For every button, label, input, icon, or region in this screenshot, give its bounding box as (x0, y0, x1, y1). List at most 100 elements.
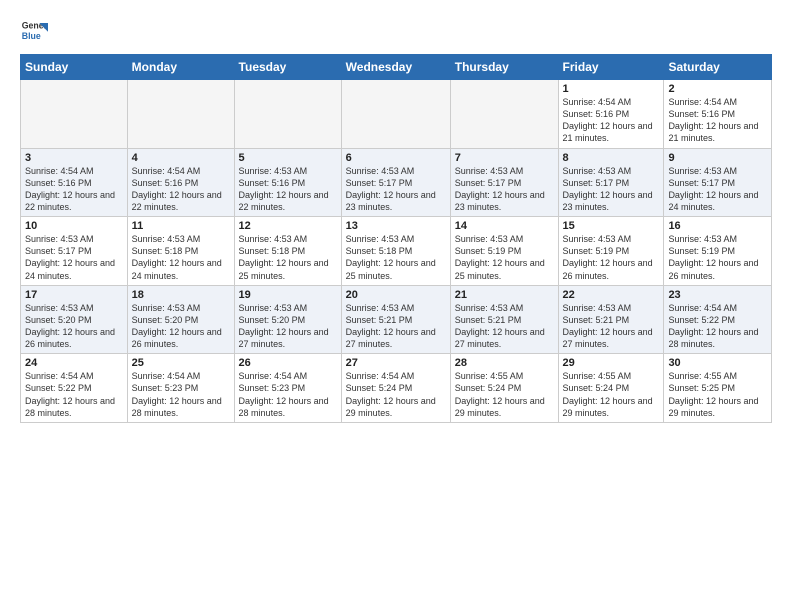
day-info: Sunrise: 4:53 AMSunset: 5:21 PMDaylight:… (346, 302, 446, 351)
day-info: Sunrise: 4:53 AMSunset: 5:18 PMDaylight:… (346, 233, 446, 282)
day-info: Sunrise: 4:53 AMSunset: 5:19 PMDaylight:… (455, 233, 554, 282)
calendar-cell: 22Sunrise: 4:53 AMSunset: 5:21 PMDayligh… (558, 285, 664, 354)
day-info: Sunrise: 4:53 AMSunset: 5:17 PMDaylight:… (25, 233, 123, 282)
calendar-week-row: 10Sunrise: 4:53 AMSunset: 5:17 PMDayligh… (21, 217, 772, 286)
day-info: Sunrise: 4:54 AMSunset: 5:16 PMDaylight:… (563, 96, 660, 145)
day-number: 20 (346, 289, 446, 301)
weekday-header: Monday (127, 55, 234, 80)
day-number: 24 (25, 357, 123, 369)
day-number: 27 (346, 357, 446, 369)
day-number: 10 (25, 220, 123, 232)
day-info: Sunrise: 4:54 AMSunset: 5:23 PMDaylight:… (239, 370, 337, 419)
calendar-cell: 10Sunrise: 4:53 AMSunset: 5:17 PMDayligh… (21, 217, 128, 286)
calendar-week-row: 3Sunrise: 4:54 AMSunset: 5:16 PMDaylight… (21, 148, 772, 217)
calendar-cell: 25Sunrise: 4:54 AMSunset: 5:23 PMDayligh… (127, 354, 234, 423)
day-number: 16 (668, 220, 767, 232)
day-number: 3 (25, 152, 123, 164)
day-info: Sunrise: 4:53 AMSunset: 5:20 PMDaylight:… (25, 302, 123, 351)
calendar-cell: 18Sunrise: 4:53 AMSunset: 5:20 PMDayligh… (127, 285, 234, 354)
calendar-cell (234, 80, 341, 149)
calendar-cell: 5Sunrise: 4:53 AMSunset: 5:16 PMDaylight… (234, 148, 341, 217)
day-number: 13 (346, 220, 446, 232)
calendar-header-row: SundayMondayTuesdayWednesdayThursdayFrid… (21, 55, 772, 80)
day-number: 18 (132, 289, 230, 301)
calendar-cell: 21Sunrise: 4:53 AMSunset: 5:21 PMDayligh… (450, 285, 558, 354)
day-info: Sunrise: 4:53 AMSunset: 5:19 PMDaylight:… (668, 233, 767, 282)
day-info: Sunrise: 4:53 AMSunset: 5:21 PMDaylight:… (563, 302, 660, 351)
day-info: Sunrise: 4:54 AMSunset: 5:22 PMDaylight:… (668, 302, 767, 351)
day-number: 23 (668, 289, 767, 301)
calendar-cell: 15Sunrise: 4:53 AMSunset: 5:19 PMDayligh… (558, 217, 664, 286)
calendar-cell (21, 80, 128, 149)
page: General Blue SundayMondayTuesdayWednesda… (0, 0, 792, 612)
day-info: Sunrise: 4:54 AMSunset: 5:22 PMDaylight:… (25, 370, 123, 419)
day-info: Sunrise: 4:53 AMSunset: 5:17 PMDaylight:… (563, 165, 660, 214)
weekday-header: Saturday (664, 55, 772, 80)
day-number: 26 (239, 357, 337, 369)
day-info: Sunrise: 4:54 AMSunset: 5:16 PMDaylight:… (132, 165, 230, 214)
calendar-cell: 7Sunrise: 4:53 AMSunset: 5:17 PMDaylight… (450, 148, 558, 217)
calendar-cell: 13Sunrise: 4:53 AMSunset: 5:18 PMDayligh… (341, 217, 450, 286)
day-number: 19 (239, 289, 337, 301)
calendar-cell: 24Sunrise: 4:54 AMSunset: 5:22 PMDayligh… (21, 354, 128, 423)
day-number: 28 (455, 357, 554, 369)
calendar-week-row: 1Sunrise: 4:54 AMSunset: 5:16 PMDaylight… (21, 80, 772, 149)
day-info: Sunrise: 4:53 AMSunset: 5:17 PMDaylight:… (455, 165, 554, 214)
day-number: 17 (25, 289, 123, 301)
calendar-cell: 9Sunrise: 4:53 AMSunset: 5:17 PMDaylight… (664, 148, 772, 217)
calendar-week-row: 17Sunrise: 4:53 AMSunset: 5:20 PMDayligh… (21, 285, 772, 354)
calendar-cell: 6Sunrise: 4:53 AMSunset: 5:17 PMDaylight… (341, 148, 450, 217)
day-info: Sunrise: 4:55 AMSunset: 5:24 PMDaylight:… (455, 370, 554, 419)
day-number: 22 (563, 289, 660, 301)
weekday-header: Wednesday (341, 55, 450, 80)
calendar-cell: 30Sunrise: 4:55 AMSunset: 5:25 PMDayligh… (664, 354, 772, 423)
calendar-cell: 8Sunrise: 4:53 AMSunset: 5:17 PMDaylight… (558, 148, 664, 217)
day-number: 11 (132, 220, 230, 232)
calendar-cell (127, 80, 234, 149)
day-info: Sunrise: 4:53 AMSunset: 5:21 PMDaylight:… (455, 302, 554, 351)
calendar-cell: 28Sunrise: 4:55 AMSunset: 5:24 PMDayligh… (450, 354, 558, 423)
calendar-cell (341, 80, 450, 149)
calendar-cell: 27Sunrise: 4:54 AMSunset: 5:24 PMDayligh… (341, 354, 450, 423)
day-info: Sunrise: 4:53 AMSunset: 5:16 PMDaylight:… (239, 165, 337, 214)
day-number: 29 (563, 357, 660, 369)
calendar-cell: 20Sunrise: 4:53 AMSunset: 5:21 PMDayligh… (341, 285, 450, 354)
day-info: Sunrise: 4:54 AMSunset: 5:16 PMDaylight:… (25, 165, 123, 214)
day-info: Sunrise: 4:55 AMSunset: 5:25 PMDaylight:… (668, 370, 767, 419)
day-info: Sunrise: 4:53 AMSunset: 5:17 PMDaylight:… (668, 165, 767, 214)
day-number: 9 (668, 152, 767, 164)
logo: General Blue (20, 16, 48, 44)
day-number: 2 (668, 83, 767, 95)
calendar-cell: 1Sunrise: 4:54 AMSunset: 5:16 PMDaylight… (558, 80, 664, 149)
day-number: 5 (239, 152, 337, 164)
svg-text:Blue: Blue (22, 31, 41, 41)
day-number: 25 (132, 357, 230, 369)
calendar-week-row: 24Sunrise: 4:54 AMSunset: 5:22 PMDayligh… (21, 354, 772, 423)
calendar-cell (450, 80, 558, 149)
calendar-cell: 11Sunrise: 4:53 AMSunset: 5:18 PMDayligh… (127, 217, 234, 286)
day-info: Sunrise: 4:55 AMSunset: 5:24 PMDaylight:… (563, 370, 660, 419)
calendar-cell: 26Sunrise: 4:54 AMSunset: 5:23 PMDayligh… (234, 354, 341, 423)
calendar-cell: 4Sunrise: 4:54 AMSunset: 5:16 PMDaylight… (127, 148, 234, 217)
day-number: 15 (563, 220, 660, 232)
calendar-table: SundayMondayTuesdayWednesdayThursdayFrid… (20, 54, 772, 423)
day-info: Sunrise: 4:54 AMSunset: 5:24 PMDaylight:… (346, 370, 446, 419)
day-number: 6 (346, 152, 446, 164)
day-info: Sunrise: 4:53 AMSunset: 5:17 PMDaylight:… (346, 165, 446, 214)
calendar-cell: 3Sunrise: 4:54 AMSunset: 5:16 PMDaylight… (21, 148, 128, 217)
day-number: 4 (132, 152, 230, 164)
logo-icon: General Blue (20, 16, 48, 44)
weekday-header: Friday (558, 55, 664, 80)
header: General Blue (20, 16, 772, 44)
weekday-header: Thursday (450, 55, 558, 80)
day-number: 12 (239, 220, 337, 232)
day-number: 7 (455, 152, 554, 164)
day-info: Sunrise: 4:53 AMSunset: 5:20 PMDaylight:… (132, 302, 230, 351)
day-number: 8 (563, 152, 660, 164)
day-info: Sunrise: 4:54 AMSunset: 5:16 PMDaylight:… (668, 96, 767, 145)
calendar-cell: 23Sunrise: 4:54 AMSunset: 5:22 PMDayligh… (664, 285, 772, 354)
day-number: 30 (668, 357, 767, 369)
calendar-cell: 17Sunrise: 4:53 AMSunset: 5:20 PMDayligh… (21, 285, 128, 354)
day-info: Sunrise: 4:53 AMSunset: 5:18 PMDaylight:… (239, 233, 337, 282)
day-number: 21 (455, 289, 554, 301)
